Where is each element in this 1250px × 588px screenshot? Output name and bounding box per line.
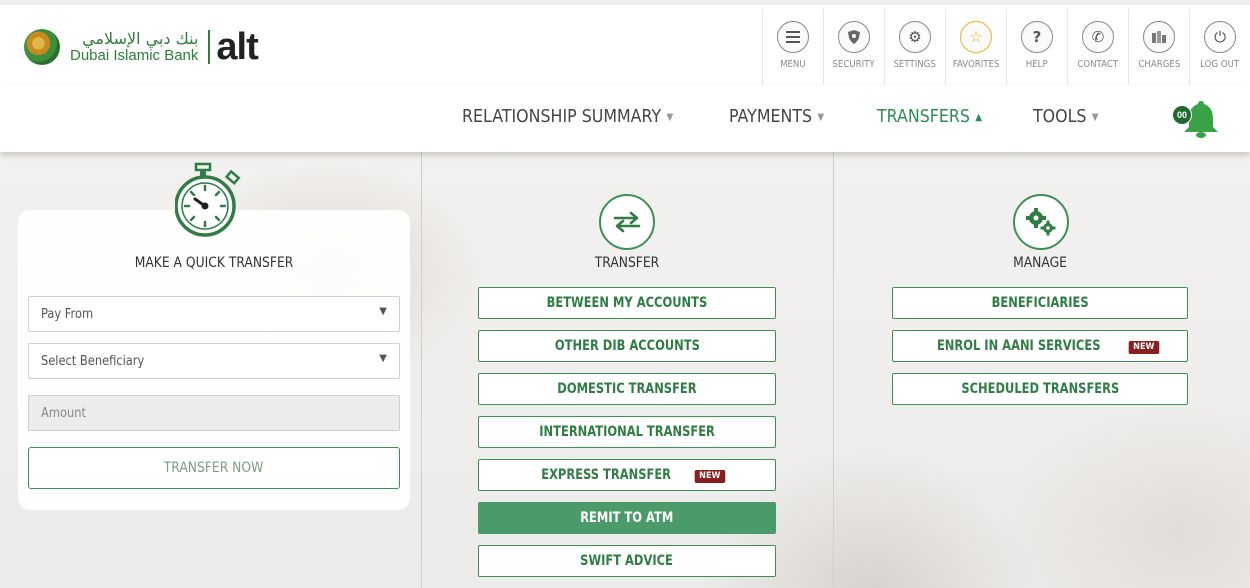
util-settings[interactable]: ⚙ SETTINGS: [884, 9, 945, 85]
caret-down-icon: ▼: [817, 111, 825, 123]
bank-logo[interactable]: بنك دبي الإسلامي Dubai Islamic Bank alt: [24, 22, 259, 72]
util-label: FAVORITES: [952, 59, 1000, 70]
util-logout[interactable]: ⏻ LOG OUT: [1189, 9, 1250, 85]
util-contact[interactable]: ✆ CONTACT: [1067, 9, 1128, 85]
option-label: BETWEEN MY ACCOUNTS: [546, 295, 708, 311]
bank-name-arabic: بنك دبي الإسلامي: [82, 28, 199, 48]
nav-transfers[interactable]: TRANSFERS ▲: [877, 106, 982, 127]
option-label: BENEFICIARIES: [991, 295, 1089, 311]
alt-wordmark: alt: [216, 26, 258, 68]
amount-placeholder: Amount: [41, 406, 86, 421]
notifications-button[interactable]: 00: [1172, 99, 1222, 139]
pay-from-select[interactable]: Pay From ▼: [28, 296, 400, 332]
amount-input[interactable]: Amount: [28, 395, 400, 431]
beneficiary-value: Select Beneficiary: [41, 354, 145, 369]
international-transfer-button[interactable]: INTERNATIONAL TRANSFER: [478, 416, 776, 448]
bank-name: بنك دبي الإسلامي Dubai Islamic Bank: [70, 28, 199, 64]
main-nav: RELATIONSHIP SUMMARY ▼ PAYMENTS ▼ TRANSFER…: [0, 86, 1250, 152]
pay-from-value: Pay From: [41, 307, 94, 322]
remit-to-atm-button[interactable]: REMIT TO ATM: [478, 502, 776, 534]
power-icon: ⏻: [1204, 21, 1236, 53]
nav-label: PAYMENTS: [729, 106, 813, 127]
util-label: SETTINGS: [893, 59, 937, 70]
util-menu[interactable]: MENU: [762, 9, 823, 85]
util-label: CONTACT: [1077, 59, 1119, 70]
option-label: OTHER DIB ACCOUNTS: [554, 338, 700, 354]
dib-emblem-icon: [24, 29, 60, 65]
beneficiaries-button[interactable]: BENEFICIARIES: [892, 287, 1188, 319]
nav-relationship-summary[interactable]: RELATIONSHIP SUMMARY ▼: [462, 106, 673, 127]
swift-advice-button[interactable]: SWIFT ADVICE: [478, 545, 776, 577]
scheduled-transfers-button[interactable]: SCHEDULED TRANSFERS: [892, 373, 1188, 405]
transfer-arrows-icon: [599, 194, 655, 250]
stopwatch-icon: [175, 162, 241, 237]
transfer-now-button[interactable]: TRANSFER NOW: [28, 447, 400, 489]
util-favorites[interactable]: ☆ FAVORITES: [945, 9, 1006, 85]
util-charges[interactable]: CHARGES: [1128, 9, 1189, 85]
manage-column-title: MANAGE: [1013, 255, 1067, 271]
star-icon: ☆: [960, 21, 992, 53]
domestic-transfer-button[interactable]: DOMESTIC TRANSFER: [478, 373, 776, 405]
util-help[interactable]: ? HELP: [1006, 9, 1067, 85]
util-label: CHARGES: [1138, 59, 1180, 70]
nav-payments[interactable]: PAYMENTS ▼: [729, 106, 824, 127]
phone-icon: ✆: [1082, 21, 1114, 53]
nav-label: RELATIONSHIP SUMMARY: [462, 106, 662, 127]
notification-count: 00: [1172, 105, 1192, 125]
new-badge: NEW: [694, 470, 726, 483]
dropdown-arrow-icon: ▼: [379, 306, 387, 317]
column-divider: [421, 152, 422, 588]
option-label: INTERNATIONAL TRANSFER: [539, 424, 715, 440]
alt-wordmark-text: alt: [216, 26, 258, 68]
caret-down-icon: ▼: [1091, 111, 1099, 123]
column-divider: [833, 152, 834, 588]
bank-name-english: Dubai Islamic Bank: [70, 46, 199, 64]
charges-icon: [1143, 21, 1175, 53]
gear-icon: ⚙: [899, 21, 931, 53]
beneficiary-select[interactable]: Select Beneficiary ▼: [28, 343, 400, 379]
util-label: LOG OUT: [1200, 59, 1240, 70]
between-my-accounts-button[interactable]: BETWEEN MY ACCOUNTS: [478, 287, 776, 319]
shield-icon: [838, 21, 870, 53]
nav-label: TOOLS: [1033, 106, 1087, 127]
nav-label: TRANSFERS: [877, 106, 970, 127]
option-label: SWIFT ADVICE: [580, 553, 674, 569]
dropdown-arrow-icon: ▼: [379, 353, 387, 364]
menu-icon: [777, 21, 809, 53]
option-label: DOMESTIC TRANSFER: [557, 381, 697, 397]
util-security[interactable]: SECURITY: [823, 9, 884, 85]
transfer-column-title: TRANSFER: [594, 255, 660, 271]
other-dib-accounts-button[interactable]: OTHER DIB ACCOUNTS: [478, 330, 776, 362]
util-label: MENU: [780, 59, 806, 70]
option-label: ENROL IN AANI SERVICES: [937, 338, 1101, 354]
enrol-aani-services-button[interactable]: ENROL IN AANI SERVICES NEW: [892, 330, 1188, 362]
nav-tools[interactable]: TOOLS ▼: [1033, 106, 1099, 127]
express-transfer-button[interactable]: EXPRESS TRANSFER NEW: [478, 459, 776, 491]
utility-nav: MENU SECURITY ⚙ SETTINGS ☆ FAVORITES ? H…: [762, 9, 1250, 85]
util-label: SECURITY: [832, 59, 876, 70]
question-icon: ?: [1021, 21, 1053, 53]
gears-icon: [1013, 194, 1069, 250]
new-badge: NEW: [1128, 341, 1159, 354]
option-label: REMIT TO ATM: [580, 510, 674, 526]
caret-up-icon: ▲: [975, 111, 983, 123]
transfer-now-label: TRANSFER NOW: [164, 460, 264, 476]
logo-divider: [208, 30, 211, 64]
util-label: HELP: [1026, 59, 1048, 70]
option-label: EXPRESS TRANSFER: [541, 467, 672, 483]
top-header: بنك دبي الإسلامي Dubai Islamic Bank alt …: [0, 0, 1250, 86]
option-label: SCHEDULED TRANSFERS: [961, 381, 1119, 397]
caret-down-icon: ▼: [666, 111, 674, 123]
quick-transfer-title: MAKE A QUICK TRANSFER: [134, 255, 294, 271]
